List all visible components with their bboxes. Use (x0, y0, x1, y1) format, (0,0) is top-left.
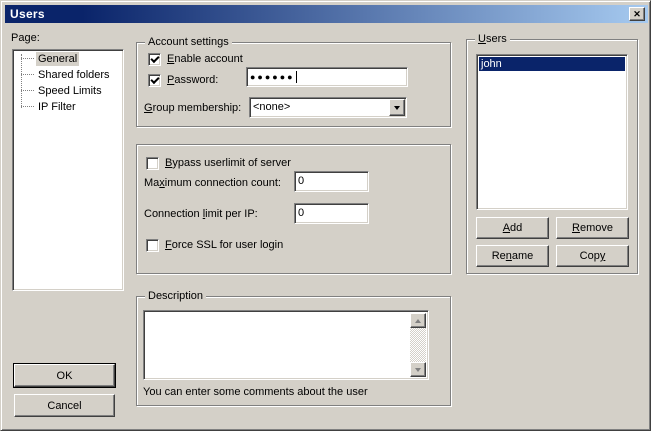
cancel-button[interactable]: Cancel (14, 394, 115, 417)
max-connection-count-label: Maximum connection count: (144, 177, 281, 190)
connection-limit-per-ip-input[interactable]: 0 (294, 203, 369, 224)
user-list-item[interactable]: john (479, 57, 625, 71)
tree-item-label: IP Filter (36, 100, 78, 114)
page-label: Page: (11, 32, 40, 45)
rename-user-button[interactable]: Rename (476, 245, 549, 267)
tree-item-ip-filter[interactable]: IP Filter (13, 99, 123, 115)
password-checkbox[interactable] (148, 74, 161, 87)
bypass-userlimit-checkbox[interactable] (146, 157, 159, 170)
max-connection-count-input[interactable]: 0 (294, 171, 369, 192)
password-label[interactable]: Password: (167, 74, 218, 87)
remove-user-button[interactable]: Remove (556, 217, 629, 239)
group-membership-label: Group membership: (144, 102, 241, 115)
close-button[interactable]: ✕ (629, 7, 645, 21)
force-ssl-label[interactable]: Force SSL for user login (165, 239, 283, 252)
tree-item-general[interactable]: General (13, 51, 123, 67)
titlebar[interactable]: Users ✕ (5, 5, 648, 23)
description-group-title: Description (145, 290, 206, 303)
users-dialog: Users ✕ Page: General Shared folders Spe… (0, 0, 651, 431)
description-scrollbar[interactable] (410, 313, 426, 377)
enable-account-checkbox[interactable] (148, 53, 161, 66)
tree-item-label: General (36, 52, 79, 66)
tree-item-label: Speed Limits (36, 84, 104, 98)
tree-branch-icon (21, 90, 34, 91)
close-icon: ✕ (633, 10, 641, 19)
connection-limit-per-ip-label: Connection limit per IP: (144, 208, 258, 221)
description-textarea[interactable] (143, 310, 429, 380)
bypass-userlimit-label[interactable]: Bypass userlimit of server (165, 157, 291, 170)
dropdown-arrow-icon (394, 106, 400, 110)
text-caret (296, 71, 297, 83)
scroll-up-button[interactable] (410, 313, 426, 328)
users-group-title: Users (475, 33, 510, 46)
scroll-down-arrow-icon (415, 368, 421, 372)
ok-button[interactable]: OK (14, 364, 115, 387)
tree-item-label: Shared folders (36, 68, 112, 82)
group-membership-value: <none> (253, 100, 290, 115)
copy-user-button[interactable]: Copy (556, 245, 629, 267)
window-title: Users (5, 7, 45, 21)
tree-branch-icon (21, 74, 34, 75)
add-user-button[interactable]: Add (476, 217, 549, 239)
password-input[interactable]: ●●●●●● (246, 67, 408, 87)
tree-item-speed-limits[interactable]: Speed Limits (13, 83, 123, 99)
dropdown-arrow-button[interactable] (389, 99, 405, 116)
page-tree[interactable]: General Shared folders Speed Limits IP F… (12, 49, 124, 291)
enable-account-label[interactable]: Enable account (167, 53, 243, 66)
force-ssl-checkbox[interactable] (146, 239, 159, 252)
tree-item-shared-folders[interactable]: Shared folders (13, 67, 123, 83)
description-hint: You can enter some comments about the us… (143, 386, 368, 399)
description-text (147, 313, 408, 377)
account-settings-group-title: Account settings (145, 36, 232, 49)
users-listbox[interactable]: john (476, 54, 628, 210)
tree-branch-icon (21, 106, 34, 107)
scroll-up-arrow-icon (415, 319, 421, 323)
tree-branch-icon (21, 58, 34, 59)
scroll-down-button[interactable] (410, 362, 426, 377)
group-membership-select[interactable]: <none> (249, 97, 407, 118)
